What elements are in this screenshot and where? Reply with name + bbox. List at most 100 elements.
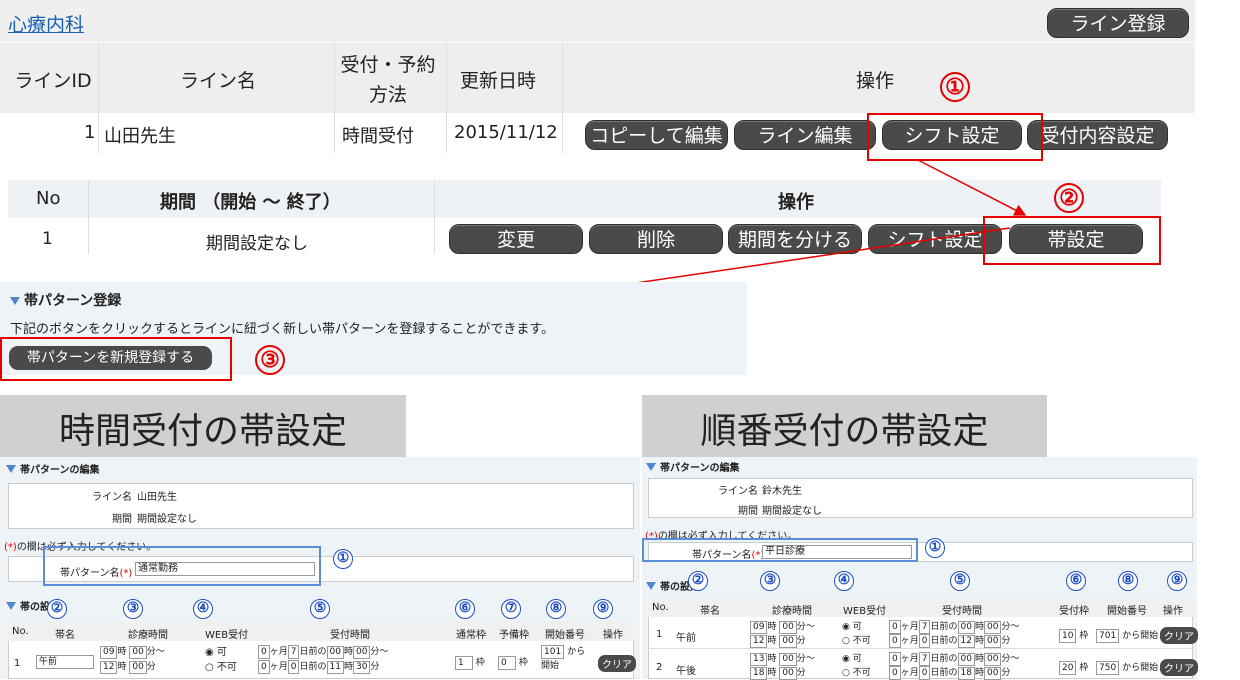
left-line-label: ライン名 xyxy=(92,492,132,503)
left-h-name: 帯名 xyxy=(55,630,75,641)
num-8: ⑧ xyxy=(546,599,566,619)
time-select[interactable]: 18 xyxy=(957,667,975,680)
time-select[interactable]: 00 xyxy=(779,621,797,634)
left-reception-time: 0 ヶ月 7 日前の 00 時 00 分～ 0 ヶ月 0 日前の 11 時 30 分 xyxy=(258,645,388,675)
num-7: ⑦ xyxy=(501,599,521,619)
day-input[interactable]: 0 xyxy=(918,634,931,648)
time-select[interactable]: 00 xyxy=(129,646,147,659)
triangle-icon xyxy=(6,465,16,473)
time-select[interactable]: 18 xyxy=(750,667,768,680)
left-row-name-input[interactable]: 午前 xyxy=(36,655,94,669)
right-row1-time: 09 時 00 分～ 12 時 00 分 xyxy=(750,620,815,648)
num-6: ⑥ xyxy=(1066,571,1086,591)
right-h-ops: 操作 xyxy=(1163,606,1183,617)
left-reserve-slot: 0 枠 xyxy=(498,655,528,670)
time-select[interactable]: 12 xyxy=(750,635,768,648)
time-select[interactable]: 09 xyxy=(100,646,118,659)
day-input[interactable]: 0 xyxy=(287,660,300,674)
normal-slot-input[interactable]: 1 xyxy=(455,656,473,670)
right-row2-web-radio[interactable]: ◉ 可 ○ 不可 xyxy=(842,652,871,680)
month-input[interactable]: 0 xyxy=(889,620,901,634)
triangle-icon xyxy=(10,297,20,305)
day-input[interactable]: 7 xyxy=(918,620,931,634)
time-select[interactable]: 11 xyxy=(326,661,344,674)
band-register-desc: 下記のボタンをクリックするとラインに紐づく新しい帯パターンを登録することができま… xyxy=(10,322,555,337)
day-input[interactable]: 7 xyxy=(918,652,931,666)
num-2: ② xyxy=(688,571,708,591)
right-row1-clear-button[interactable]: クリア xyxy=(1160,627,1198,644)
left-clear-button[interactable]: クリア xyxy=(598,655,636,672)
time-select[interactable]: 00 xyxy=(129,661,147,674)
highlight-new-band xyxy=(0,337,232,381)
time-select[interactable]: 13 xyxy=(750,653,768,666)
time-select[interactable]: 30 xyxy=(352,661,371,674)
right-h-time: 診療時間 xyxy=(772,606,812,617)
right-row2-clear-button[interactable]: クリア xyxy=(1160,659,1198,676)
month-input[interactable]: 0 xyxy=(258,660,270,674)
time-select[interactable]: 12 xyxy=(957,635,975,648)
start-number-input[interactable]: 701 xyxy=(1096,629,1120,643)
time-select[interactable]: 00 xyxy=(326,646,344,659)
time-select[interactable]: 00 xyxy=(352,646,371,659)
right-row1-reception: 0 ヶ月 7 日前の 00 時 00 分～ 0 ヶ月 0 日前の 12 時 00 分 xyxy=(889,620,1019,648)
time-select[interactable]: 00 xyxy=(957,621,975,634)
num-4: ④ xyxy=(834,571,854,591)
left-normal-slot: 1 枠 xyxy=(455,655,485,670)
left-h-ops: 操作 xyxy=(603,630,623,641)
right-row2-reception: 0 ヶ月 7 日前の 00 時 00 分～ 0 ヶ月 0 日前の 18 時 00 分 xyxy=(889,652,1019,680)
right-h-slots: 受付枠 xyxy=(1059,606,1089,617)
slot-input[interactable]: 10 xyxy=(1059,629,1077,643)
day-input[interactable]: 0 xyxy=(918,666,931,680)
right-row1-name: 午前 xyxy=(676,633,696,644)
time-select[interactable]: 00 xyxy=(957,653,975,666)
left-h-reserve: 予備枠 xyxy=(499,630,529,641)
right-h-recept: 受付時間 xyxy=(942,606,982,617)
num-1: ① xyxy=(925,538,945,558)
time-select[interactable]: 00 xyxy=(779,667,797,680)
time-select[interactable]: 00 xyxy=(983,635,1002,648)
left-period-label: 期間 xyxy=(112,514,132,525)
num-8: ⑧ xyxy=(1118,571,1138,591)
time-select[interactable]: 09 xyxy=(750,621,768,634)
left-web-radio[interactable]: ◉ 可 ○ 不可 xyxy=(205,645,237,675)
num-9: ⑨ xyxy=(1167,571,1187,591)
time-select[interactable]: 00 xyxy=(983,653,1002,666)
right-caption: 順番受付の帯設定 xyxy=(642,395,1047,457)
right-h-web: WEB受付 xyxy=(843,606,887,617)
right-row1-web-radio[interactable]: ◉ 可 ○ 不可 xyxy=(842,620,871,648)
right-period-label: 期間 xyxy=(738,506,758,517)
right-row2-slots: 20 枠 xyxy=(1059,660,1088,675)
month-input[interactable]: 0 xyxy=(258,645,270,659)
right-row2-start: 750 から開始 xyxy=(1096,660,1158,675)
time-select[interactable]: 00 xyxy=(779,653,797,666)
left-h-time: 診療時間 xyxy=(128,630,168,641)
start-number-input[interactable]: 101 xyxy=(541,645,565,659)
right-h-start: 開始番号 xyxy=(1107,606,1147,617)
left-period-value: 期間設定なし xyxy=(137,514,197,525)
right-row2-time: 13 時 00 分～ 18 時 00 分 xyxy=(750,652,815,680)
month-input[interactable]: 0 xyxy=(889,666,901,680)
left-h-recept: 受付時間 xyxy=(330,630,370,641)
reserve-slot-input[interactable]: 0 xyxy=(498,656,516,670)
right-line-value: 鈴木先生 xyxy=(762,486,802,497)
time-select[interactable]: 00 xyxy=(779,635,797,648)
time-select[interactable]: 12 xyxy=(100,661,118,674)
right-row1-no: 1 xyxy=(656,629,663,640)
num-6: ⑥ xyxy=(455,599,475,619)
month-input[interactable]: 0 xyxy=(889,634,901,648)
start-number-input[interactable]: 750 xyxy=(1096,661,1120,675)
left-line-value: 山田先生 xyxy=(137,492,177,503)
day-input[interactable]: 7 xyxy=(287,645,300,659)
right-row2-no: 2 xyxy=(656,662,663,673)
left-caption: 時間受付の帯設定 xyxy=(0,395,406,457)
time-select[interactable]: 00 xyxy=(983,667,1002,680)
num-9: ⑨ xyxy=(593,599,613,619)
slot-input[interactable]: 20 xyxy=(1059,661,1077,675)
left-start-number: 101 から開始 xyxy=(541,645,586,671)
right-row2-name: 午後 xyxy=(676,666,696,677)
triangle-icon xyxy=(646,582,656,590)
right-row1-start: 701 から開始 xyxy=(1096,628,1158,643)
num-5: ⑤ xyxy=(310,599,330,619)
month-input[interactable]: 0 xyxy=(889,652,901,666)
time-select[interactable]: 00 xyxy=(983,621,1002,634)
